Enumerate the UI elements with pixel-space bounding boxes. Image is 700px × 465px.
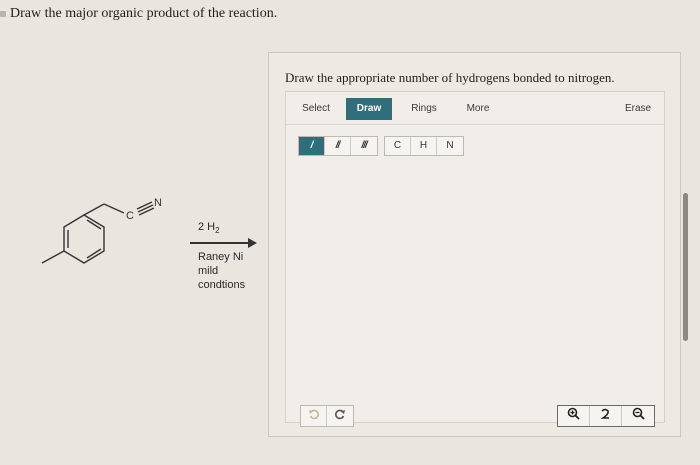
hydrogen-atom-tool[interactable]: H [411,137,437,155]
drawing-canvas[interactable]: Select Draw Rings More Erase / // /// C … [285,91,665,427]
redo-icon[interactable] [327,406,353,426]
zoom-in-icon[interactable] [558,406,590,426]
canvas-scrollbar[interactable] [683,193,688,341]
reset-zoom-icon[interactable] [590,406,622,426]
ch2-bond-1 [83,203,105,216]
history-controls [300,405,354,427]
editor-prompt: Draw the appropriate number of hydrogens… [285,70,615,85]
atom-tools: C H N [384,136,464,156]
benzene-ring [63,214,105,264]
triple-bond-line [136,201,153,210]
carbon-atom-tool[interactable]: C [385,137,411,155]
undo-icon[interactable] [301,406,327,426]
reaction-arrow [190,238,262,248]
zoom-out-icon[interactable] [622,406,654,426]
condition-label: condtions [198,279,246,291]
nitrogen-label: N [154,197,162,209]
nitrogen-atom-tool[interactable]: N [437,137,463,155]
ch2-bond-2 [103,203,125,214]
reaction-conditions: 2 H2 Raney Ni mild condtions [190,218,262,292]
zoom-controls [557,405,655,427]
double-bond-tool[interactable]: // [325,137,351,155]
tab-draw[interactable]: Draw [346,98,392,120]
editor-tabbar: Select Draw Rings More Erase [286,92,664,125]
tab-rings[interactable]: Rings [404,98,444,120]
triple-bond-line [138,207,155,216]
reagent-h2: 2 H2 [198,221,220,236]
triple-bond-line [137,204,154,213]
question-text: Draw the major organic product of the re… [10,6,278,21]
question-marker [0,11,6,17]
methyl-bond [41,250,65,264]
condition-mild: mild [198,265,219,277]
tab-erase[interactable]: Erase [618,98,658,120]
triple-bond-tool[interactable]: /// [351,137,377,155]
bond-tools: / // /// [298,136,378,156]
carbon-label: C [126,210,134,222]
tab-more[interactable]: More [460,98,496,120]
single-bond-tool[interactable]: / [299,137,325,155]
structure-editor-panel: Draw the appropriate number of hydrogens… [268,52,688,437]
tab-select[interactable]: Select [294,98,338,120]
conditions-list: Raney Ni mild condtions [190,250,262,292]
condition-catalyst: Raney Ni [198,251,244,263]
reactant-structure: C N [41,197,162,264]
